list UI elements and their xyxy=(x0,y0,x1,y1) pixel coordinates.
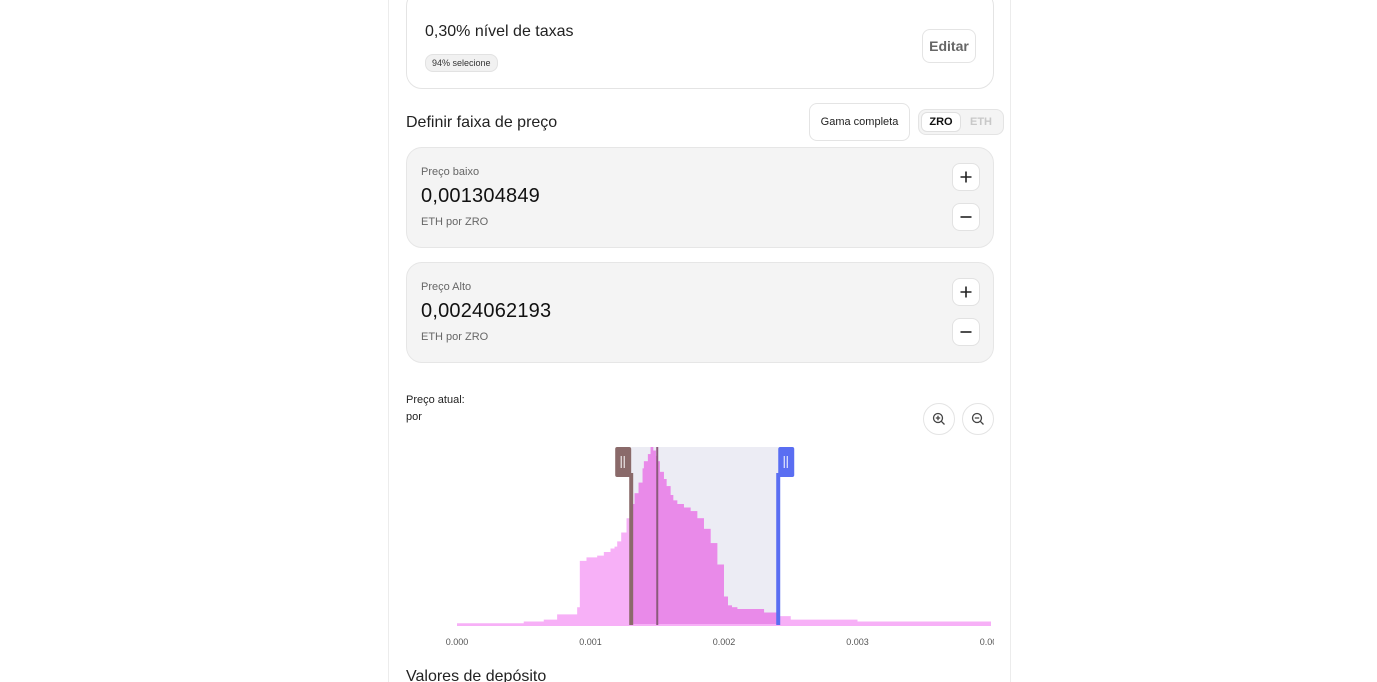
high-price-unit: ETH por ZRO xyxy=(421,331,489,343)
plus-icon xyxy=(960,171,972,183)
x-tick-label: 0.003 xyxy=(846,637,869,647)
zoom-in-button[interactable] xyxy=(923,403,955,435)
x-tick-label: 0.004 xyxy=(980,637,994,647)
low-price-card: Preço baixo 0,001304849 ETH por ZRO xyxy=(406,147,994,248)
high-price-value[interactable]: 0,0024062193 xyxy=(421,300,551,323)
low-price-value[interactable]: 0,001304849 xyxy=(421,185,540,208)
deposit-amounts-title: Valores de depósito xyxy=(406,668,547,682)
high-price-increment-button[interactable] xyxy=(952,278,980,306)
x-tick-label: 0.001 xyxy=(579,637,602,647)
full-range-button[interactable]: Gama completa xyxy=(809,103,910,141)
minus-icon xyxy=(960,216,972,218)
current-price-label: Preço atual: xyxy=(406,394,465,406)
token-toggle: ZRO ETH xyxy=(918,109,1004,135)
fee-tier-card: 0,30% nível de taxas 94% selecione Edita… xyxy=(406,0,994,89)
high-price-decrement-button[interactable] xyxy=(952,318,980,346)
low-price-decrement-button[interactable] xyxy=(952,203,980,231)
x-tick-label: 0.002 xyxy=(713,637,736,647)
low-price-increment-button[interactable] xyxy=(952,163,980,191)
add-liquidity-panel: 0,30% nível de taxas 94% selecione Edita… xyxy=(388,0,1011,682)
high-price-card: Preço Alto 0,0024062193 ETH por ZRO xyxy=(406,262,994,363)
token-option-zro[interactable]: ZRO xyxy=(921,112,961,132)
plus-icon xyxy=(960,286,972,298)
token-option-eth[interactable]: ETH xyxy=(961,112,1001,132)
zoom-in-icon xyxy=(932,412,945,425)
fee-selection-badge: 94% selecione xyxy=(425,54,498,72)
zoom-out-icon xyxy=(971,412,984,425)
high-price-label: Preço Alto xyxy=(421,281,472,293)
minus-icon xyxy=(960,331,972,333)
fee-tier-title: 0,30% nível de taxas xyxy=(425,23,574,40)
x-tick-label: 0.000 xyxy=(446,637,469,647)
low-price-label: Preço baixo xyxy=(421,166,480,178)
price-range-title: Definir faixa de preço xyxy=(406,114,558,131)
low-price-unit: ETH por ZRO xyxy=(421,216,489,228)
liquidity-chart[interactable]: 0.000 0.001 0.002 0.003 0.004 xyxy=(434,445,994,655)
low-range-handle[interactable] xyxy=(615,447,632,477)
current-price-value: por xyxy=(406,411,422,423)
high-range-handle[interactable] xyxy=(778,447,795,477)
edit-fee-button[interactable]: Editar xyxy=(922,29,976,63)
zoom-out-button[interactable] xyxy=(962,403,994,435)
